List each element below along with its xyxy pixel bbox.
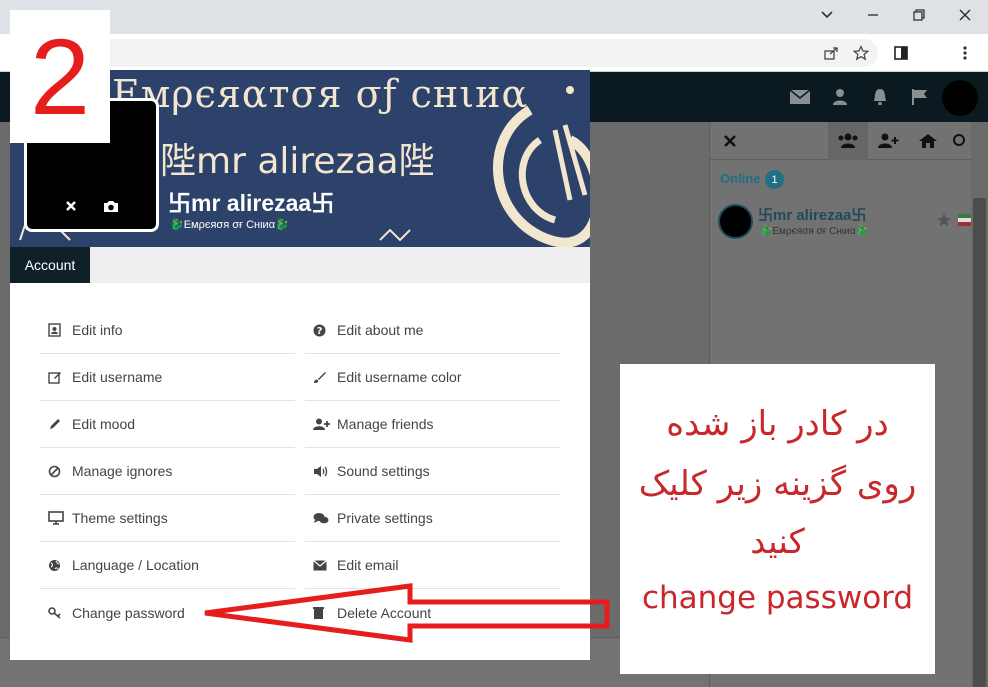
tab-account[interactable]: Account bbox=[10, 247, 90, 283]
side-panel-tabs bbox=[710, 122, 972, 160]
menu-edit-username[interactable]: Edit username bbox=[40, 354, 295, 401]
pencil-icon bbox=[40, 418, 66, 431]
online-count-badge: 1 bbox=[765, 170, 784, 189]
tab-search-chevron-icon[interactable] bbox=[804, 0, 850, 30]
user-plus-icon bbox=[305, 418, 331, 431]
browser-menu-icon[interactable] bbox=[954, 42, 976, 64]
menu-edit-mood[interactable]: Edit mood bbox=[40, 401, 295, 448]
restore-icon[interactable] bbox=[896, 0, 942, 30]
cover-name: 陛mr alirezaa陛 bbox=[160, 141, 435, 182]
messages-envelope-icon[interactable] bbox=[788, 86, 812, 108]
menu-label: Manage friends bbox=[337, 416, 434, 432]
address-bar[interactable] bbox=[100, 39, 878, 67]
menu-private-settings[interactable]: Private settings bbox=[305, 495, 560, 542]
online-label: Online bbox=[720, 171, 761, 186]
contact-card-icon bbox=[40, 323, 66, 337]
menu-sound-settings[interactable]: Sound settings bbox=[305, 448, 560, 495]
menu-label: Sound settings bbox=[337, 463, 430, 479]
menu-label: Private settings bbox=[337, 510, 433, 526]
edit-icon bbox=[40, 370, 66, 384]
chat-icon bbox=[305, 512, 331, 525]
remove-avatar-close-icon[interactable] bbox=[59, 195, 83, 217]
step-number-box: 2 bbox=[10, 10, 110, 143]
side-panel-icon[interactable] bbox=[890, 42, 912, 64]
ban-icon bbox=[40, 465, 66, 478]
globe-icon bbox=[40, 559, 66, 572]
instruction-line-1: در کادر باز شده bbox=[666, 404, 889, 444]
svg-text:?: ? bbox=[317, 326, 323, 337]
monitor-icon bbox=[40, 511, 66, 525]
report-flag-icon[interactable] bbox=[908, 86, 932, 108]
bookmark-star-icon[interactable] bbox=[850, 42, 872, 64]
instruction-box: در کادر باز شده روی گزینه زیر کلیک کنید … bbox=[620, 364, 935, 674]
menu-label: Edit about me bbox=[337, 322, 424, 338]
address-bar-row bbox=[0, 34, 988, 72]
online-user-mood: 🐉Eмρєяσя σғ Cнιиα🐉 bbox=[760, 226, 868, 237]
upload-avatar-camera-icon[interactable] bbox=[99, 195, 123, 217]
paint-brush-icon bbox=[305, 371, 331, 384]
share-icon[interactable] bbox=[820, 42, 842, 64]
home-icon[interactable] bbox=[908, 122, 948, 160]
browser-titlebar bbox=[0, 0, 988, 34]
header-avatar[interactable] bbox=[942, 80, 978, 116]
add-friend-icon[interactable] bbox=[868, 122, 908, 160]
notifications-bell-icon[interactable] bbox=[868, 86, 892, 108]
menu-label: Change password bbox=[72, 604, 185, 621]
envelope-icon bbox=[305, 559, 331, 571]
search-icon[interactable] bbox=[946, 122, 972, 160]
scrollbar-thumb[interactable] bbox=[973, 198, 986, 687]
menu-label: Language / Location bbox=[72, 557, 199, 573]
online-user-name[interactable]: 卐mr alirezaa卐 bbox=[758, 204, 866, 225]
menu-label: Edit mood bbox=[72, 416, 136, 432]
user-star-icon bbox=[936, 212, 952, 233]
menu-label: Edit username bbox=[72, 369, 163, 385]
close-panel-icon[interactable] bbox=[710, 122, 750, 160]
menu-edit-username-color[interactable]: Edit username color bbox=[305, 354, 560, 401]
key-icon bbox=[40, 606, 66, 619]
menu-edit-about-me[interactable]: ? Edit about me bbox=[305, 307, 560, 354]
menu-label: Manage ignores bbox=[72, 463, 173, 479]
instruction-line-3: کنید bbox=[750, 522, 805, 562]
country-flag-icon bbox=[958, 214, 972, 226]
user-icon[interactable] bbox=[828, 86, 852, 108]
online-user-avatar[interactable] bbox=[718, 204, 753, 239]
cover-title: Eмρєяαтσя σƒ cнιиα bbox=[112, 72, 529, 116]
annotation-arrow bbox=[204, 583, 610, 643]
profile-mood: 🐉Eмρєяσя σғ Cнιиα🐉 bbox=[170, 219, 289, 231]
question-icon: ? bbox=[305, 324, 331, 337]
step-number: 2 bbox=[29, 15, 91, 137]
close-window-icon[interactable] bbox=[942, 0, 988, 30]
menu-label: Edit username color bbox=[337, 369, 462, 385]
menu-edit-info[interactable]: Edit info bbox=[40, 307, 295, 354]
instruction-english: change password bbox=[641, 580, 914, 616]
settings-tabbar: Account bbox=[10, 247, 590, 283]
minimize-icon[interactable] bbox=[850, 0, 896, 30]
menu-manage-friends[interactable]: Manage friends bbox=[305, 401, 560, 448]
menu-manage-ignores[interactable]: Manage ignores bbox=[40, 448, 295, 495]
instruction-line-2: روی گزینه زیر کلیک bbox=[638, 464, 917, 504]
profile-name: 卐mr alirezaa卐 bbox=[168, 190, 335, 216]
menu-label: Theme settings bbox=[72, 510, 168, 526]
users-group-icon[interactable] bbox=[828, 122, 868, 160]
menu-label: Edit info bbox=[72, 322, 123, 338]
account-settings-modal: Eмρєяαтσя σƒ cнιиα 陛mr alirezaa陛 卐mr ali… bbox=[10, 70, 590, 660]
menu-theme-settings[interactable]: Theme settings bbox=[40, 495, 295, 542]
menu-label: Edit email bbox=[337, 557, 399, 573]
volume-icon bbox=[305, 465, 331, 478]
